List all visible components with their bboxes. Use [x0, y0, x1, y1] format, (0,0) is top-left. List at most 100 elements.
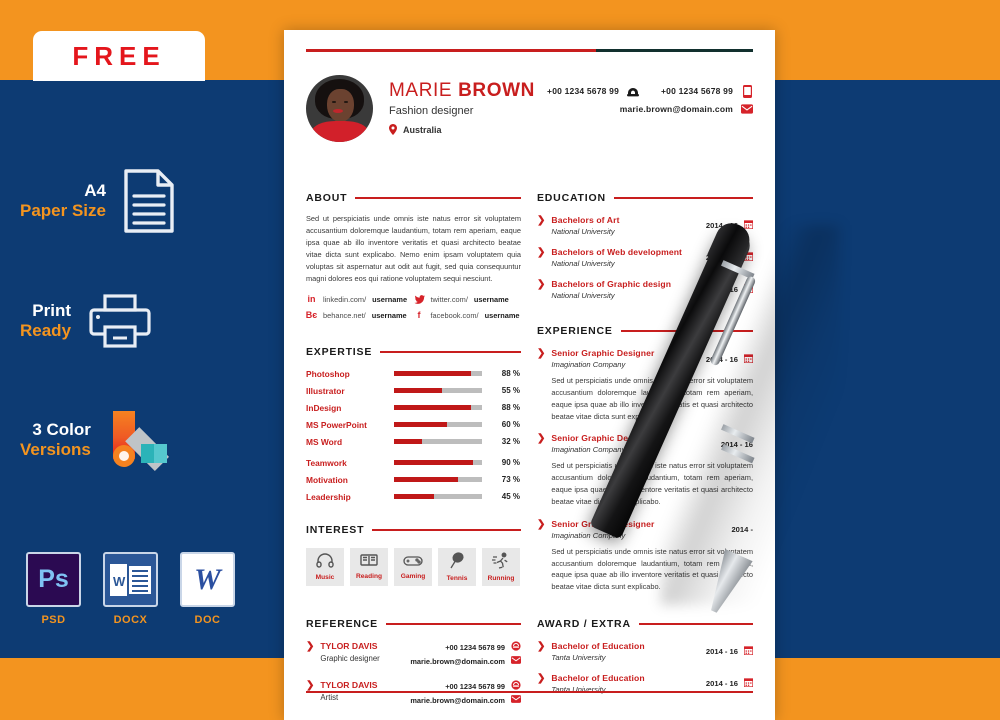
chevron-right-icon: ❯: [537, 247, 546, 258]
envelope-icon: [511, 656, 521, 666]
chevron-right-icon: ❯: [306, 680, 315, 691]
chevron-right-icon: ❯: [537, 348, 546, 359]
behance-handle: username: [371, 310, 407, 320]
phone-mobile: +00 1234 5678 99: [661, 84, 753, 98]
social-link-linkedin[interactable]: in linkedin.com/username: [306, 294, 414, 305]
social-link-facebook[interactable]: f facebook.com/username: [414, 310, 522, 321]
avatar-lips: [333, 109, 343, 113]
email-value: marie.brown@domain.com: [619, 104, 733, 114]
skill-name: InDesign: [306, 402, 342, 413]
interest-list: Music Reading Gaming Tennis Running: [306, 547, 521, 586]
gamepad-icon: [403, 554, 423, 572]
header-rule-dark: [596, 49, 753, 52]
expertise-heading: EXPERTISE: [306, 346, 521, 358]
skill-row: MS PowerPoint 60 %: [306, 420, 521, 430]
skill-bar: [394, 460, 482, 466]
education-item: ❯ Bachelors of Graphic design National U…: [537, 279, 754, 300]
free-badge-label: FREE: [72, 40, 166, 71]
headphones-icon: [316, 553, 334, 573]
experience-date-row: 2014 -: [731, 519, 753, 540]
phone-row: +00 1234 5678 99 +00 1234 5678 99: [547, 84, 753, 103]
avatar-eye-right: [344, 101, 348, 103]
skill-bar: [394, 405, 482, 411]
racket-icon: [449, 552, 465, 574]
svg-text:W: W: [113, 574, 126, 589]
feature-print-line1: Print: [32, 300, 72, 320]
experience-date: 2014 - 16: [705, 354, 738, 364]
interest-tile: Gaming: [394, 547, 432, 586]
feature-color-line2: Versions: [20, 440, 91, 459]
expertise-section: EXPERTISE Photoshop 88 % Illustrator 55: [306, 346, 521, 502]
chevron-right-icon: ❯: [537, 641, 546, 652]
skill-name: Leadership: [306, 491, 351, 502]
education-school: National University: [551, 227, 615, 236]
telephone-icon: [511, 641, 521, 653]
interest-tile: Running: [482, 547, 520, 586]
award-item: ❯ Bachelor of Education Tanta University…: [537, 641, 754, 662]
skill-percent: 45 %: [501, 492, 520, 502]
expertise-heading-rule: [380, 350, 521, 353]
resume-header: MARIE BROWN Fashion designer Australia +…: [306, 75, 753, 142]
feature-color-versions: 3 Color Versions: [20, 408, 240, 472]
chevron-right-icon: ❯: [537, 433, 546, 445]
skill-name: Illustrator: [306, 385, 345, 396]
lower-columns: REFERENCE ❯ TYLOR DAVIS Graphic designer…: [306, 618, 754, 708]
skill-bar: [394, 477, 482, 483]
reference-phone-row: +00 1234 5678 99: [410, 641, 521, 653]
social-link-behance[interactable]: Bє behance.net/username: [306, 310, 414, 321]
education-date: 2014 - 16: [705, 220, 738, 230]
experience-company: Imagination Company: [551, 360, 626, 369]
experience-heading-rule: [620, 330, 753, 332]
reference-email-row: marie.brown@domain.com: [410, 695, 521, 705]
experience-company: Imagination Company: [551, 445, 626, 455]
feature-a4-line1: A4: [84, 180, 106, 200]
chevron-right-icon: ❯: [537, 279, 546, 290]
format-doc: W DOC: [180, 552, 235, 626]
education-section: EDUCATION ❯ Bachelors of Art National Un…: [537, 192, 754, 300]
skill-percent: 90 %: [501, 458, 520, 468]
skill-percent: 32 %: [501, 437, 520, 447]
award-heading-label: AWARD / EXTRA: [537, 618, 631, 630]
photoshop-icon: Ps: [26, 552, 81, 607]
avatar: [306, 75, 373, 142]
feature-color-line1: 3 Color: [32, 419, 91, 439]
skill-percent: 60 %: [501, 420, 520, 430]
experience-heading: EXPERIENCE: [537, 325, 753, 337]
expertise-skill-list: Photoshop 88 % Illustrator 55 % InDesign: [306, 369, 521, 502]
experience-date-row: 2014 - 16: [721, 433, 753, 454]
education-date-row: 2014 - 16: [705, 279, 754, 298]
header-rule: [306, 49, 753, 52]
award-heading: AWARD / EXTRA: [537, 618, 753, 630]
experience-text: Sed ut perspiciatis unde omnis iste natu…: [551, 376, 753, 421]
resume-page: MARIE BROWN Fashion designer Australia +…: [284, 30, 775, 720]
about-text: Sed ut perspiciatis unde omnis iste natu…: [306, 214, 521, 283]
book-icon: [360, 553, 378, 572]
reference-heading: REFERENCE: [306, 618, 521, 630]
avatar-eye-left: [332, 101, 336, 103]
education-heading: EDUCATION: [537, 192, 753, 204]
education-date: 2014 - 16: [705, 284, 738, 294]
interest-tennis: Tennis: [438, 547, 476, 586]
phone-primary: +00 1234 5678 99: [547, 85, 640, 97]
reference-heading-label: REFERENCE: [306, 618, 378, 630]
experience-section: EXPERIENCE ❯ Senior Graphic Designer Ima…: [537, 325, 754, 593]
photoshop-glyph: Ps: [38, 565, 69, 593]
interest-heading-label: INTEREST: [306, 523, 365, 536]
education-heading-rule: [613, 197, 753, 199]
envelope-icon: [741, 103, 753, 115]
experience-item: ❯ Senior Graphic Designer Imagination Co…: [537, 348, 754, 422]
reference-name: TYLOR DAVIS: [320, 680, 378, 690]
format-psd: Ps PSD: [26, 552, 81, 626]
linkedin-icon: in: [307, 294, 316, 305]
behance-url-prefix: behance.net/: [323, 310, 366, 320]
experience-heading-label: EXPERIENCE: [537, 325, 613, 337]
identity-block: MARIE BROWN Fashion designer Australia: [389, 75, 535, 137]
about-heading: ABOUT: [306, 192, 521, 204]
social-link-twitter[interactable]: twitter.com/username: [413, 294, 522, 305]
education-school: National University: [551, 291, 615, 300]
skill-percent: 88 %: [501, 369, 520, 379]
format-docx-caption: DOCX: [113, 614, 148, 626]
experience-role: Senior Graphic Designer: [551, 433, 655, 444]
reference-name: TYLOR DAVIS: [320, 641, 378, 651]
skill-name: MS Word: [306, 436, 343, 447]
